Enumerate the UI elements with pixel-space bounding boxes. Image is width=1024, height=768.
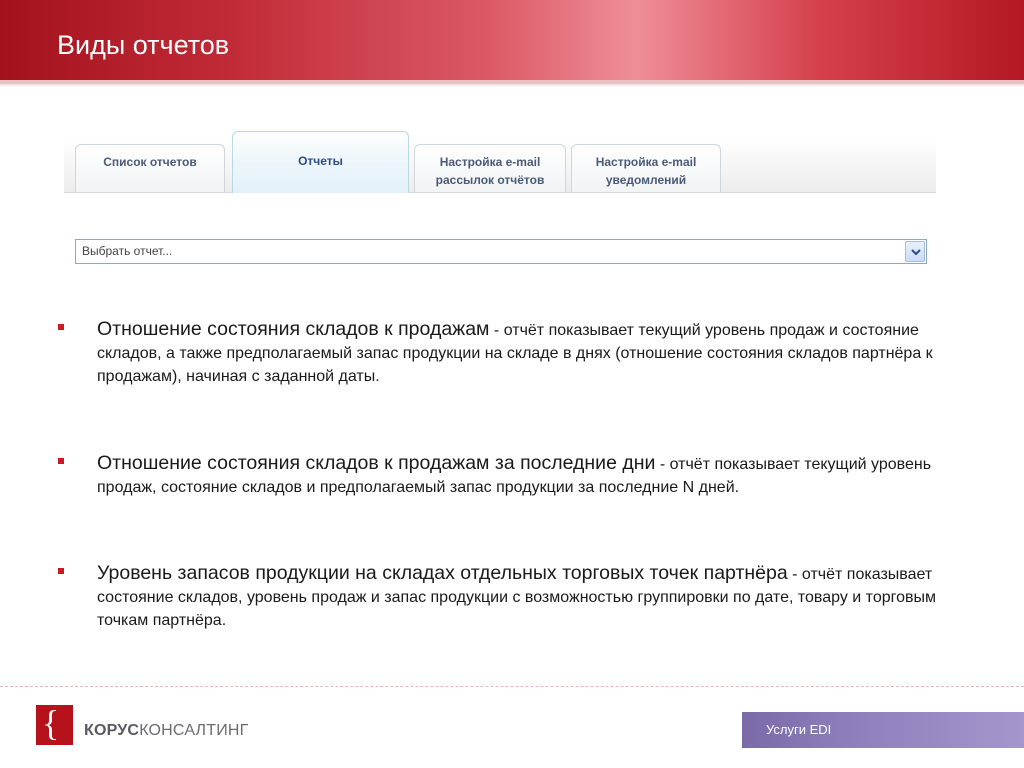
bullet-marker-icon — [58, 568, 64, 574]
slide-title: Виды отчетов — [57, 30, 230, 60]
bullet-marker-icon — [58, 458, 64, 464]
company-logo-mark: { — [36, 703, 73, 745]
embedded-ui-screenshot: Список отчетов Отчеты Настройка e-mail р… — [64, 128, 936, 270]
logo-brace-glyph: { — [42, 703, 60, 743]
footer-badge-label: Услуги EDI — [766, 722, 832, 737]
tab-label: Список отчетов — [103, 155, 197, 169]
chevron-down-icon — [911, 249, 921, 256]
logo-text-bold: КОРУС — [84, 722, 140, 739]
bullet-marker-icon — [58, 324, 64, 330]
slide-header: Виды отчетов — [0, 0, 1024, 80]
tab-reports[interactable]: Отчеты — [232, 131, 409, 193]
bullet-heading: Уровень запасов продукции на складах отд… — [97, 562, 788, 584]
tab-label-line2: рассылок отчётов — [435, 173, 545, 187]
tab-label: Отчеты — [298, 154, 343, 168]
tab-label-line1: Настройка e-mail — [439, 155, 541, 169]
tab-label-line2: уведомлений — [605, 173, 687, 187]
bullet-item: Отношение состояния складов к продажам з… — [58, 452, 938, 499]
tab-report-list[interactable]: Список отчетов — [75, 144, 225, 192]
tab-label-line1: Настройка e-mail — [595, 155, 697, 169]
footer-service-badge: Услуги EDI — [742, 712, 1024, 748]
tab-email-report-settings[interactable]: Настройка e-mail рассылок отчётов — [414, 144, 566, 192]
tab-bar: Список отчетов Отчеты Настройка e-mail р… — [64, 131, 936, 193]
tab-email-notification-settings[interactable]: Настройка e-mail уведомлений — [571, 144, 721, 192]
company-logo-text: КОРУСКОНСАЛТИНГ — [84, 722, 249, 740]
report-select-value: Выбрать отчет... — [82, 244, 173, 258]
header-divider-light — [0, 84, 1024, 86]
footer-divider — [0, 686, 1024, 687]
report-select[interactable]: Выбрать отчет... — [75, 239, 927, 264]
logo-text-rest: КОНСАЛТИНГ — [139, 722, 249, 739]
bullet-heading: Отношение состояния складов к продажам з… — [97, 452, 656, 474]
bullet-heading: Отношение состояния складов к продажам — [97, 318, 490, 340]
select-dropdown-button[interactable] — [905, 241, 925, 262]
bullet-item: Уровень запасов продукции на складах отд… — [58, 562, 938, 632]
bullet-item: Отношение состояния складов к продажам -… — [58, 318, 938, 388]
